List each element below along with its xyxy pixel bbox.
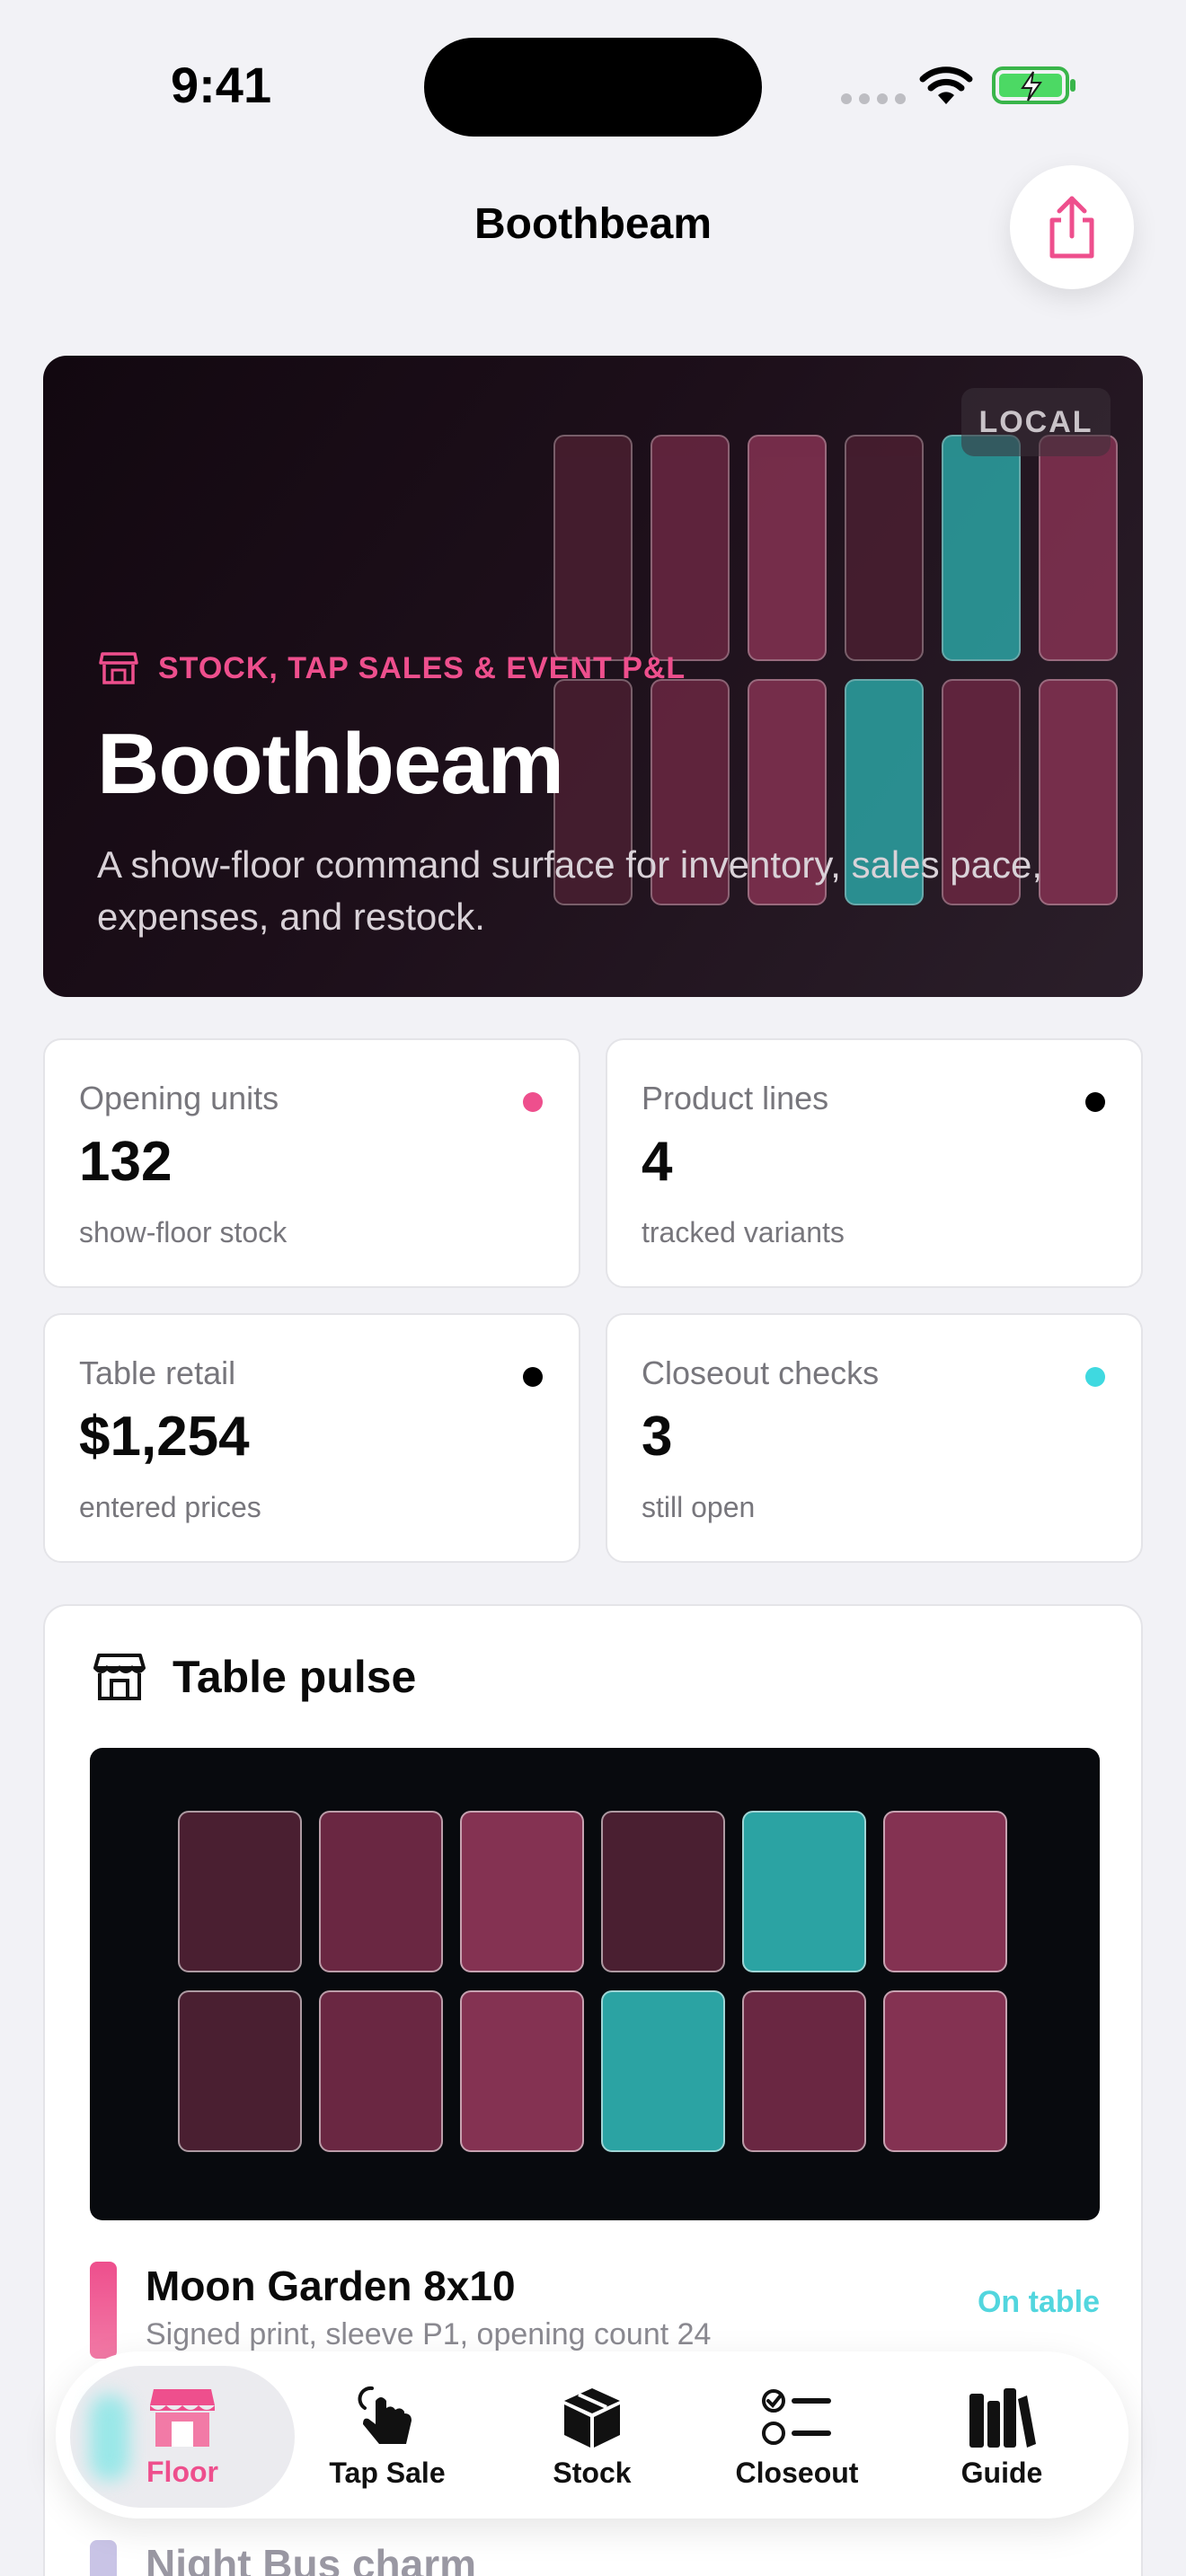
tab-label: Guide [960,2456,1043,2489]
tab-label: Floor [146,2455,218,2488]
product-name: Night Bus charm [146,2541,477,2576]
tab-floor[interactable]: Floor [79,2353,286,2520]
pulse-tile [319,1990,443,2152]
product-color-bar [90,2540,117,2576]
tab-stock[interactable]: Stock [489,2353,695,2520]
battery-charging-icon [992,66,1075,104]
wifi-icon [919,66,973,104]
pulse-tile [883,1811,1007,1972]
hero-title: Boothbeam [97,716,564,812]
tab-bar: Floor Tap Sale Stock Closeout Guide [56,2351,1128,2519]
stat-value: 132 [79,1131,173,1193]
product-row[interactable]: Night Bus charm [90,2540,1100,2576]
status-bar: 9:41 [0,0,1186,171]
stat-label: Product lines [642,1080,829,1116]
pulse-tile [319,1811,443,1972]
dynamic-island [424,38,762,137]
table-pulse-header: Table pulse [93,1651,416,1703]
tab-label: Stock [553,2456,632,2489]
pulse-tile [883,1990,1007,2152]
hero-tile [553,435,633,661]
stat-card-closeout-checks: Closeout checks 3 still open [606,1313,1143,1563]
pulse-tile [742,1811,866,1972]
pulse-tile [178,1811,302,1972]
stat-value: 4 [642,1131,673,1193]
share-button[interactable] [1010,165,1134,289]
tab-guide[interactable]: Guide [898,2353,1105,2520]
stat-sub: tracked variants [642,1216,845,1248]
stat-dot [523,1092,543,1112]
hero-description: A show-floor command surface for invento… [97,843,1043,938]
pulse-tile [460,1811,584,1972]
stat-label: Closeout checks [642,1354,880,1391]
stat-label: Table retail [79,1354,236,1391]
pulse-tile [601,1990,725,2152]
stat-card-product-lines: Product lines 4 tracked variants [606,1038,1143,1288]
tab-tap-sale[interactable]: Tap Sale [284,2353,491,2520]
table-pulse-title: Table pulse [173,1652,417,1702]
pulse-tile [460,1990,584,2152]
table-pulse-board [90,1748,1100,2220]
product-meta: Signed print, sleeve P1, opening count 2… [146,2317,712,2351]
tab-label: Closeout [735,2456,859,2489]
stat-card-table-retail: Table retail $1,254 entered prices [43,1313,580,1563]
tab-label: Tap Sale [329,2456,446,2489]
product-color-bar [90,2262,117,2359]
stat-dot [523,1367,543,1387]
hero-tile [845,435,924,661]
tap-hand-icon [358,2386,412,2444]
cellular-signal-icon [841,93,906,104]
status-time: 9:41 [171,57,272,113]
storefront-icon [93,1654,146,1700]
hero-tile [651,435,730,661]
books-icon [969,2387,1036,2448]
stat-dot [1085,1367,1105,1387]
hero-kicker: STOCK, TAP SALES & EVENT P&L [99,650,686,686]
hero-tile [1039,435,1118,661]
storefront-icon [150,2388,215,2447]
checklist-icon [762,2388,831,2445]
share-icon [1049,196,1094,259]
stat-sub: show-floor stock [79,1216,288,1248]
stat-value: $1,254 [79,1406,250,1468]
local-badge: LOCAL [961,388,1111,456]
stat-dot [1085,1092,1105,1112]
hero-kicker-text: STOCK, TAP SALES & EVENT P&L [158,650,686,685]
hero-tile [942,435,1021,661]
stat-value: 3 [642,1406,673,1468]
hero-tile [748,435,827,661]
pulse-tile [742,1990,866,2152]
stat-label: Opening units [79,1080,279,1116]
hero-banner: LOCAL STOCK, TAP SALES & EVENT P&L Booth… [43,356,1143,997]
storefront-icon [99,652,138,684]
stat-card-opening-units: Opening units 132 show-floor stock [43,1038,580,1288]
product-name: Moon Garden 8x10 [146,2263,516,2309]
product-status: On table [977,2285,1100,2319]
stat-sub: still open [642,1491,756,1523]
page-title: Boothbeam [474,200,712,248]
stat-sub: entered prices [79,1491,261,1523]
box-icon [564,2387,620,2448]
pulse-tile [601,1811,725,1972]
product-row[interactable]: Moon Garden 8x10 Signed print, sleeve P1… [90,2262,1100,2360]
tab-closeout[interactable]: Closeout [694,2353,900,2520]
pulse-tile [178,1990,302,2152]
